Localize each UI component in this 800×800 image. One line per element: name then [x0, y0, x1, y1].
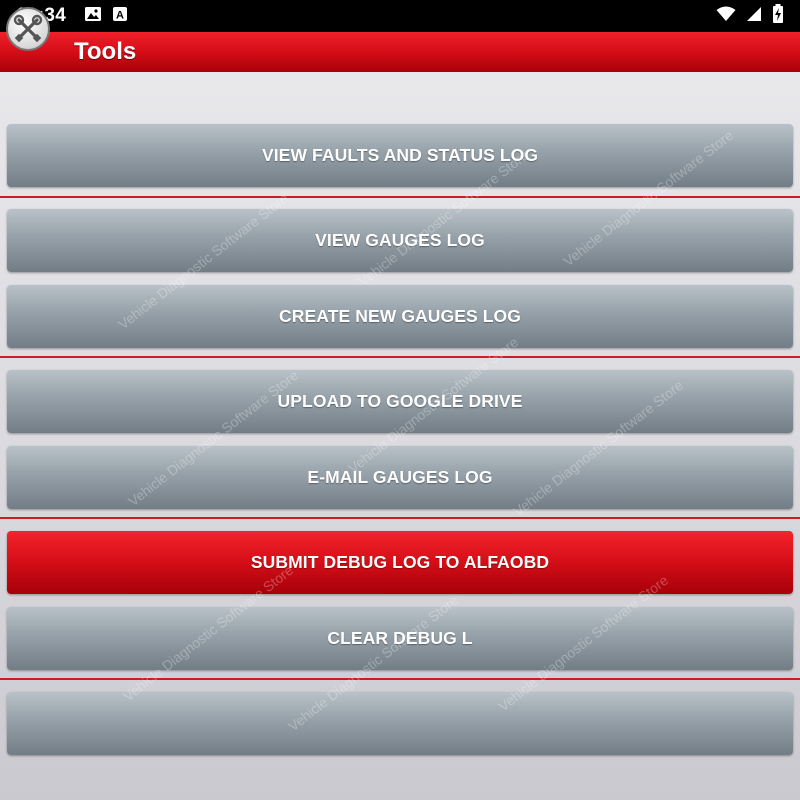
- button-label: UPLOAD TO GOOGLE DRIVE: [277, 391, 523, 411]
- section-divider: [0, 678, 800, 680]
- button-label: E-MAIL GAUGES LOG: [307, 467, 493, 487]
- wifi-icon: [716, 6, 736, 27]
- status-bar: 10:34 A: [0, 0, 800, 32]
- section-divider: [0, 356, 800, 358]
- battery-charging-icon: [772, 3, 784, 29]
- button-label: CLEAR DEBUG L: [327, 628, 473, 648]
- app-bar: Tools: [0, 32, 800, 72]
- unlabeled-button[interactable]: [7, 692, 793, 755]
- create-gauges-log-button[interactable]: CREATE NEW GAUGES LOG: [7, 285, 793, 348]
- tools-wrench-icon[interactable]: [6, 7, 50, 51]
- svg-text:A: A: [116, 9, 124, 21]
- button-label: VIEW GAUGES LOG: [315, 230, 485, 250]
- submit-debug-log-button[interactable]: SUBMIT DEBUG LOG TO ALFAOBD: [7, 531, 793, 594]
- view-faults-log-button[interactable]: VIEW FAULTS AND STATUS LOG: [7, 124, 793, 187]
- section-divider: [0, 196, 800, 198]
- a-notification-icon: A: [112, 6, 128, 27]
- button-label: SUBMIT DEBUG LOG TO ALFAOBD: [250, 552, 550, 572]
- email-gauges-log-button[interactable]: E-MAIL GAUGES LOG: [7, 446, 793, 509]
- button-label: VIEW FAULTS AND STATUS LOG: [261, 145, 539, 165]
- page-title: Tools: [74, 38, 137, 65]
- button-label: CREATE NEW GAUGES LOG: [279, 306, 521, 326]
- image-icon: [84, 6, 102, 27]
- view-gauges-log-button[interactable]: VIEW GAUGES LOG: [7, 209, 793, 272]
- clear-debug-log-button[interactable]: CLEAR DEBUG L: [7, 607, 793, 670]
- upload-google-drive-button[interactable]: UPLOAD TO GOOGLE DRIVE: [7, 370, 793, 433]
- section-divider: [0, 517, 800, 519]
- signal-icon: [746, 6, 762, 27]
